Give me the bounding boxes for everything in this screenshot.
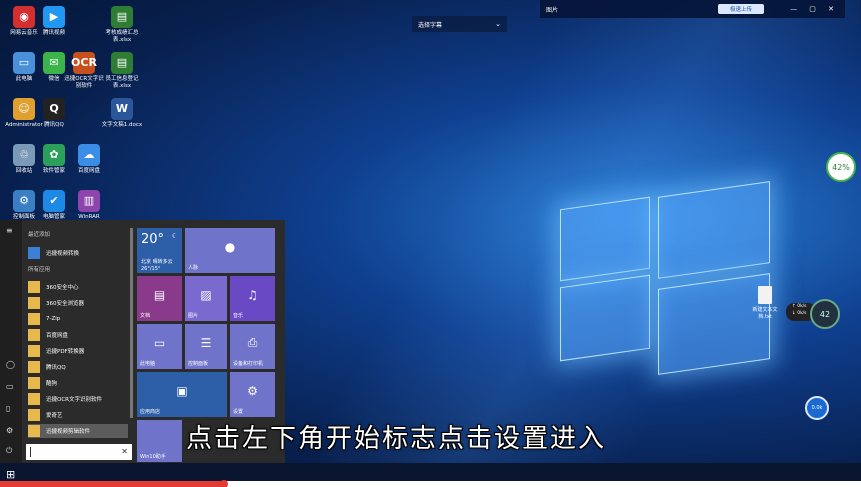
desktop-icon[interactable]: ▶ 腾讯视频 [32, 6, 76, 37]
printer-icon: ⎙ [247, 335, 258, 350]
search-input[interactable]: ✕ [26, 444, 132, 460]
documents-icon[interactable]: ▯ [6, 404, 10, 413]
section-all-apps: 所有应用 [28, 267, 51, 273]
window-title: 图片 [546, 6, 559, 14]
app-icon: ▥ [78, 190, 100, 212]
list-item[interactable]: 迅捷PDF转换器 [28, 344, 128, 358]
assistant-tile[interactable]: Win10助手 [137, 420, 182, 462]
desktop-icon[interactable]: ▤ 员工信息登记表.xlsx [100, 52, 144, 89]
cpu-gauge[interactable]: 42 [810, 299, 840, 329]
list-item[interactable]: 迅捷OCR文字识别软件 [28, 392, 128, 406]
app-icon: W [111, 98, 133, 120]
folder-icon [28, 297, 40, 309]
folder-icon [28, 361, 40, 373]
video-progress-bar[interactable] [0, 480, 861, 487]
desktop-icon-label: 腾讯视频 [42, 30, 65, 36]
store-icon: ▣ [176, 383, 188, 398]
list-item[interactable]: 腾讯QQ [28, 360, 128, 374]
desktop-icon-label: 文字文稿1.docx [101, 122, 143, 128]
documents-tile[interactable]: ▤ 文档 [137, 276, 182, 321]
scrollbar[interactable] [130, 228, 133, 418]
list-item[interactable]: 迅捷视频转换 [28, 246, 128, 260]
subtitle-dropdown[interactable]: 选择字幕 ⌄ [412, 16, 507, 32]
floating-bubble[interactable]: 0.0k [805, 396, 829, 420]
memory-gauge[interactable]: 42% [826, 152, 856, 182]
desktop-icon-label: 考核成绩汇总表.xlsx [105, 30, 139, 43]
weather-tile[interactable]: 20° ☾ 北京 晴转多云 26°/15° [137, 228, 182, 273]
folder-icon [28, 281, 40, 293]
desktop-icon-text-file[interactable]: 新建文本文档.txt [752, 286, 778, 320]
close-icon[interactable]: ✕ [121, 444, 128, 460]
dropdown-label: 选择字幕 [418, 21, 443, 29]
app-icon: OCR [71, 52, 97, 74]
folder-icon [28, 345, 40, 357]
pc-tile[interactable]: ▭ 此电脑 [137, 324, 182, 369]
folder-icon [28, 313, 40, 325]
app-icon [28, 247, 40, 259]
person-icon: ● [224, 239, 236, 254]
app-icon: ✔ [43, 190, 65, 212]
list-item[interactable]: 7-Zip [28, 312, 128, 326]
app-icon: ✿ [43, 144, 65, 166]
list-item[interactable]: 360安全中心 [28, 280, 128, 294]
document-icon: ▤ [153, 287, 166, 302]
control-panel-tile[interactable]: ☰ 控制面板 [185, 324, 227, 369]
gear-icon: ⚙ [247, 383, 258, 398]
app-icon: ▤ [111, 6, 133, 28]
devices-tile[interactable]: ⎙ 设备和打印机 [230, 324, 275, 369]
windows-logo [560, 181, 770, 375]
explorer-icon[interactable]: ▭ [6, 382, 14, 391]
desktop-icon[interactable]: Q 腾讯QQ [32, 98, 76, 129]
people-tile[interactable]: ● 人脉 [185, 228, 275, 273]
pictures-tile[interactable]: ▨ 图片 [185, 276, 227, 321]
folder-icon [28, 393, 40, 405]
desktop-icon[interactable]: ▤ 考核成绩汇总表.xlsx [100, 6, 144, 43]
upload-button[interactable]: 极速上传 [718, 4, 765, 14]
app-list: 最近添加 迅捷视频转换 所有应用 360安全中心 360安全浏览器 7-Zip 百度网… [22, 220, 130, 463]
chevron-down-icon: ⌄ [495, 20, 501, 28]
folder-icon [28, 409, 40, 421]
settings-tile[interactable]: ⚙ 设置 [230, 372, 275, 417]
power-icon[interactable]: ⏻ [6, 446, 12, 456]
folder-icon [28, 377, 40, 389]
desktop-icon-label: 腾讯QQ [44, 122, 64, 128]
app-icon: ▤ [111, 52, 133, 74]
picture-icon: ▨ [200, 287, 212, 302]
progress-handle[interactable] [219, 480, 228, 487]
list-item[interactable]: 百度网盘 [28, 328, 128, 342]
desktop-icon[interactable]: ☁ 百度网盘 [67, 144, 111, 175]
progress-fill [0, 481, 224, 487]
list-item[interactable]: 迅捷视频剪辑软件 [28, 424, 128, 438]
app-icon: ▶ [43, 6, 65, 28]
window-controls[interactable]: — ▢ ✕ [790, 5, 839, 13]
music-tile[interactable]: ♫ 音乐 [230, 276, 275, 321]
desktop-icon-label: 员工信息登记表.xlsx [105, 76, 139, 89]
list-item[interactable]: 360安全浏览器 [28, 296, 128, 310]
monitor-icon: ▭ [153, 335, 166, 350]
list-item[interactable]: 酷狗 [28, 376, 128, 390]
headphones-icon: ♫ [247, 287, 258, 302]
list-item[interactable]: 爱奇艺 [28, 408, 128, 422]
window-titlebar: 图片 极速上传 — ▢ ✕ [540, 0, 845, 18]
hamburger-icon[interactable]: ≡ [6, 226, 13, 235]
desktop-icon[interactable]: ▥ WinRAR [67, 190, 111, 221]
app-icon: Q [43, 98, 65, 120]
video-subtitle: 点击左下角开始标志点击设置进入 [186, 424, 607, 454]
desktop-icon-label: 百度网盘 [77, 168, 100, 174]
moon-icon: ☾ [171, 232, 178, 240]
folder-icon [28, 329, 40, 341]
app-icon: ☁ [78, 144, 100, 166]
store-tile[interactable]: ▣ 应用商店 [137, 372, 227, 417]
sliders-icon: ☰ [200, 335, 212, 350]
settings-icon[interactable]: ⚙ [6, 426, 13, 435]
section-recent: 最近添加 [28, 232, 51, 238]
text-file-icon [758, 286, 772, 304]
folder-icon [28, 425, 40, 437]
user-icon[interactable]: ◯ [6, 360, 15, 369]
start-button[interactable]: ⊞ [6, 468, 15, 481]
desktop-icon[interactable]: W 文字文稿1.docx [100, 98, 144, 129]
desktop-icon-label: 新建文本文档.txt [752, 307, 778, 320]
desktop: ◉ 网易云音乐 ▶ 腾讯视频 ▤ 考核成绩汇总表.xlsx ▭ 此电脑 ✉ 微信 OCR 迅捷OCR文… [0, 0, 861, 487]
